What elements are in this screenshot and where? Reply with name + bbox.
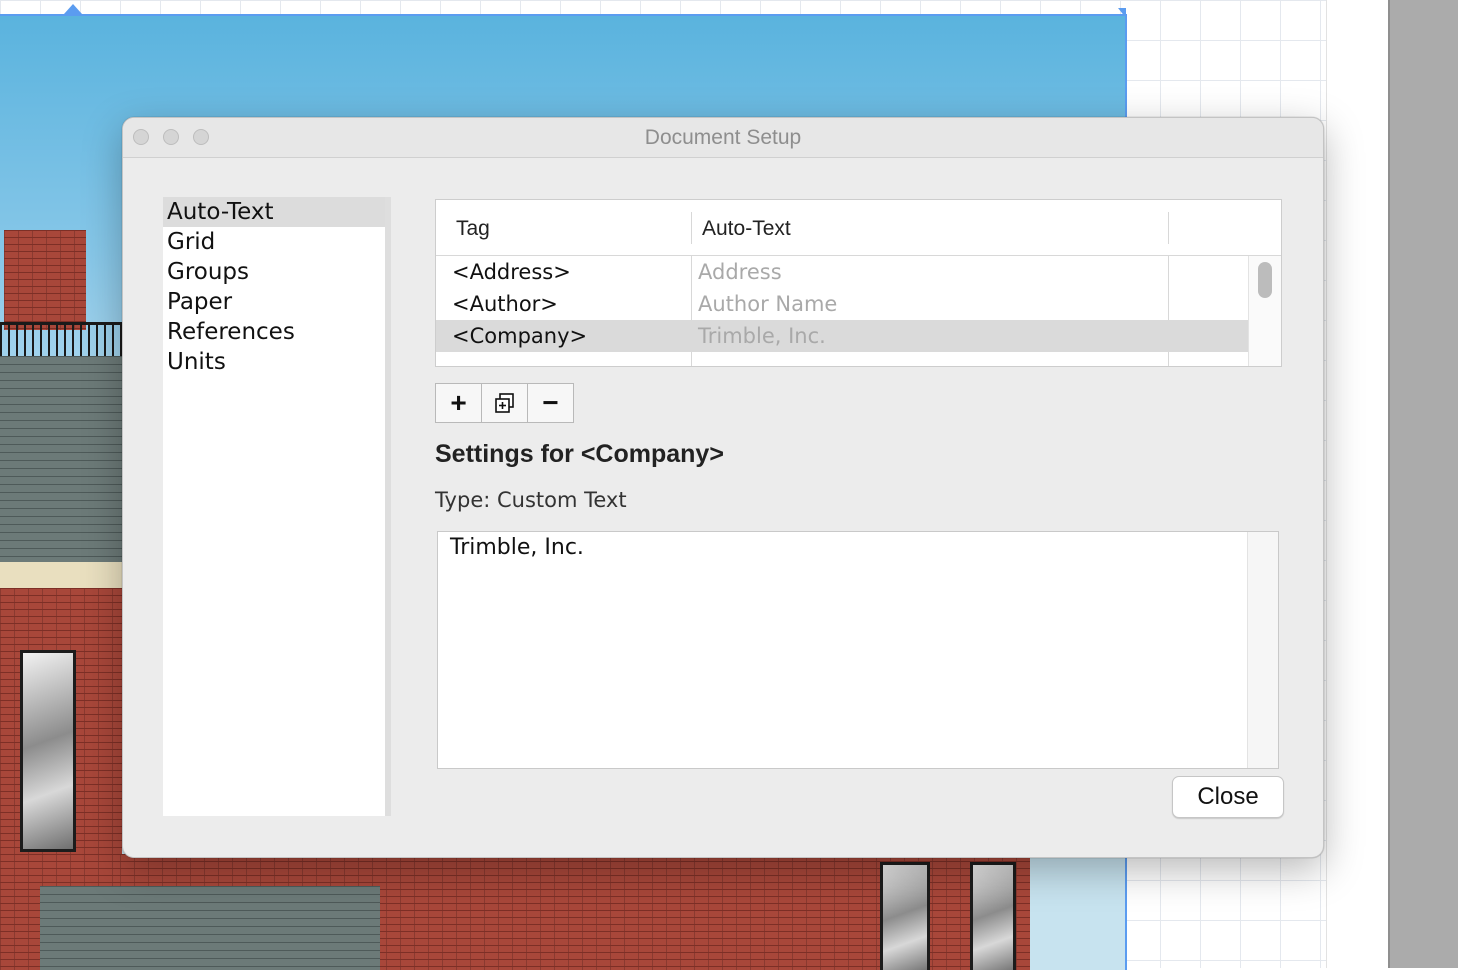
table-row[interactable]: <Address> Address (436, 256, 1248, 288)
custom-text-value: Trimble, Inc. (450, 535, 584, 560)
table-row[interactable]: <Author> Author Name (436, 288, 1248, 320)
minus-icon: − (542, 387, 558, 419)
setup-category-list: Auto-Text Grid Groups Paper References U… (163, 197, 391, 816)
text-field-scrollbar[interactable] (1247, 532, 1278, 768)
sidebar-item-paper[interactable]: Paper (163, 287, 385, 317)
tag-cell: <Author> (452, 288, 558, 320)
window (880, 862, 930, 970)
auto-text-table: Tag Auto-Text <Address> Address <Author>… (435, 199, 1282, 367)
chimney (4, 230, 86, 330)
side-panel (1388, 0, 1458, 968)
settings-heading: Settings for <Company> (435, 440, 724, 469)
canvas-gutter (1326, 0, 1389, 968)
window (20, 650, 76, 852)
mansard-roof (0, 356, 122, 566)
title-bar: Document Setup (123, 118, 1323, 158)
auto-text-cell: Trimble, Inc. (698, 320, 826, 352)
cornice-trim (0, 562, 122, 588)
sidebar-item-grid[interactable]: Grid (163, 227, 385, 257)
scroll-thumb[interactable] (1258, 262, 1272, 298)
column-header-auto-text[interactable]: Auto-Text (702, 200, 791, 255)
tag-cell: <Address> (452, 256, 571, 288)
sidebar-item-units[interactable]: Units (163, 347, 385, 377)
sidebar-item-groups[interactable]: Groups (163, 257, 385, 287)
plus-icon: + (450, 387, 466, 419)
duplicate-tag-button[interactable] (482, 384, 528, 422)
bay-roof (40, 886, 380, 970)
selection-handle-top[interactable] (64, 4, 82, 14)
sidebar-item-auto-text[interactable]: Auto-Text (163, 197, 385, 227)
document-setup-dialog: Document Setup Auto-Text Grid Groups Pap… (122, 117, 1324, 858)
add-tag-button[interactable]: + (436, 384, 482, 422)
table-scrollbar[interactable] (1248, 256, 1281, 366)
table-row-selected[interactable]: <Company> Trimble, Inc. (436, 320, 1248, 352)
tag-actions-toolbar: + − (435, 383, 574, 423)
tag-cell: <Company> (452, 320, 587, 352)
type-label: Type: Custom Text (435, 488, 627, 512)
column-header-tag[interactable]: Tag (456, 200, 490, 255)
table-header: Tag Auto-Text (436, 200, 1281, 256)
close-button[interactable]: Close (1172, 776, 1284, 818)
sidebar-item-references[interactable]: References (163, 317, 385, 347)
auto-text-cell: Author Name (698, 288, 837, 320)
duplicate-icon (493, 391, 517, 415)
custom-text-field[interactable]: Trimble, Inc. (437, 531, 1279, 769)
window (970, 862, 1016, 970)
column-divider (1168, 212, 1169, 244)
remove-tag-button[interactable]: − (528, 384, 573, 422)
column-divider (691, 212, 692, 244)
dialog-title: Document Setup (123, 118, 1323, 157)
auto-text-cell: Address (698, 256, 782, 288)
